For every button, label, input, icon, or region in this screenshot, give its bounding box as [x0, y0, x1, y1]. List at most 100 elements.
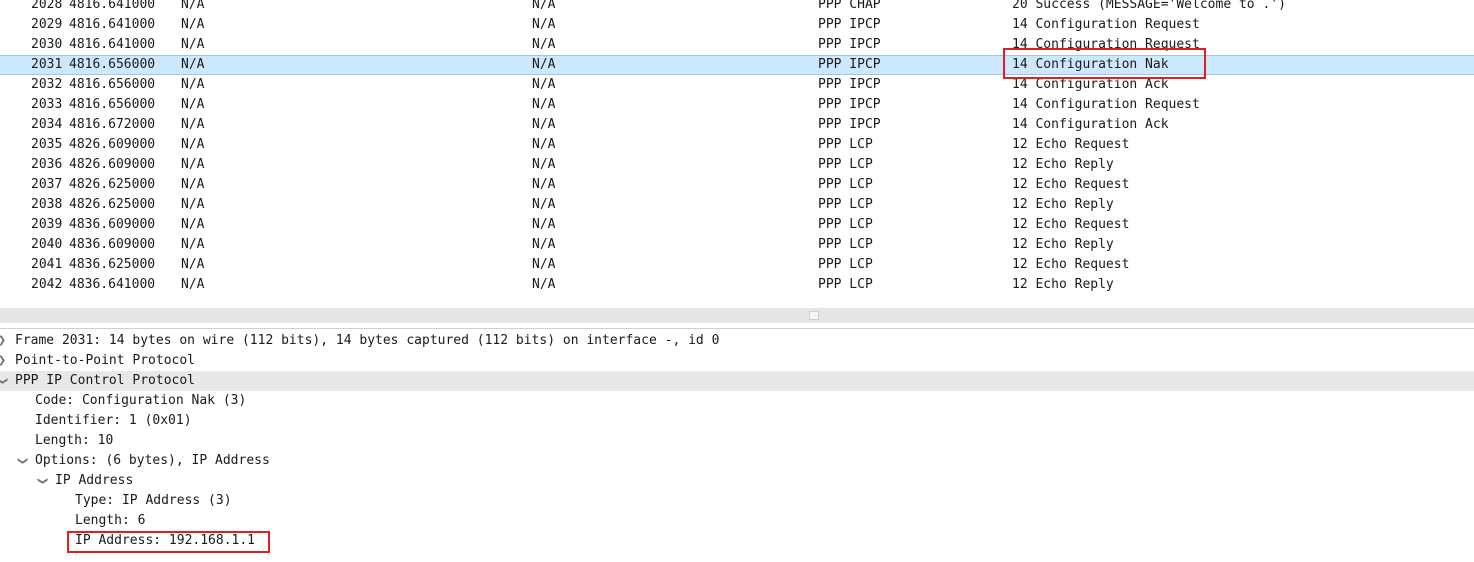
packet-row-2038[interactable]: 2038 4826.625000 N/A N/A PPP LCP 12 Echo…	[0, 195, 1474, 215]
packet-no: 2041	[31, 257, 63, 272]
packet-time: 4816.656000	[69, 57, 156, 72]
chevron-down-icon[interactable]: ❯	[12, 455, 32, 467]
packet-list[interactable]: 2028 4816.641000 N/A N/A PPP CHAP 20 Suc…	[0, 0, 1474, 307]
packet-protocol: PPP LCP	[818, 217, 873, 232]
packet-source: N/A	[181, 0, 205, 12]
tree-item-options[interactable]: ❯ Options: (6 bytes), IP Address	[0, 451, 1474, 471]
tree-item-label: Length: 10	[35, 433, 114, 448]
packet-protocol: PPP CHAP	[818, 0, 881, 12]
packet-row-2039[interactable]: 2039 4836.609000 N/A N/A PPP LCP 12 Echo…	[0, 215, 1474, 235]
tree-item-length[interactable]: Length: 10	[0, 431, 1474, 451]
packet-info: 12 Echo Request	[1012, 137, 1130, 152]
packet-time: 4836.641000	[69, 277, 156, 292]
chevron-down-icon[interactable]: ❯	[32, 475, 52, 487]
packet-time: 4816.641000	[69, 17, 156, 32]
packet-destination: N/A	[532, 257, 556, 272]
packet-time: 4816.656000	[69, 77, 156, 92]
packet-no: 2037	[31, 177, 63, 192]
pane-splitter[interactable]	[0, 323, 1474, 329]
tree-item-ppp[interactable]: ❯ Point-to-Point Protocol	[0, 351, 1474, 371]
tree-item-option-length[interactable]: Length: 6	[0, 511, 1474, 531]
packet-destination: N/A	[532, 177, 556, 192]
packet-row-2042[interactable]: 2042 4836.641000 N/A N/A PPP LCP 12 Echo…	[0, 275, 1474, 295]
packet-protocol: PPP LCP	[818, 277, 873, 292]
tree-item-ip-option[interactable]: ❯ IP Address	[0, 471, 1474, 491]
annotation-box-ip-address	[67, 531, 270, 553]
packet-source: N/A	[181, 137, 205, 152]
chevron-down-icon[interactable]: ❯	[0, 375, 12, 387]
packet-info: 14 Configuration Request	[1012, 97, 1200, 112]
tree-item-identifier[interactable]: Identifier: 1 (0x01)	[0, 411, 1474, 431]
tree-item-label: Point-to-Point Protocol	[15, 353, 196, 368]
annotation-box-info	[1003, 48, 1206, 79]
packet-time: 4816.672000	[69, 117, 156, 132]
packet-row-2037[interactable]: 2037 4826.625000 N/A N/A PPP LCP 12 Echo…	[0, 175, 1474, 195]
packet-row-2041[interactable]: 2041 4836.625000 N/A N/A PPP LCP 12 Echo…	[0, 255, 1474, 275]
packet-time: 4836.609000	[69, 217, 156, 232]
packet-source: N/A	[181, 157, 205, 172]
tree-item-type[interactable]: Type: IP Address (3)	[0, 491, 1474, 511]
packet-protocol: PPP LCP	[818, 137, 873, 152]
packet-time: 4816.641000	[69, 0, 156, 12]
packet-destination: N/A	[532, 197, 556, 212]
packet-protocol: PPP LCP	[818, 157, 873, 172]
scrollbar-thumb[interactable]	[809, 311, 819, 320]
packet-source: N/A	[181, 217, 205, 232]
horizontal-scrollbar[interactable]	[0, 308, 1474, 323]
packet-no: 2035	[31, 137, 63, 152]
packet-protocol: PPP IPCP	[818, 37, 881, 52]
packet-no: 2039	[31, 217, 63, 232]
packet-row-2036[interactable]: 2036 4826.609000 N/A N/A PPP LCP 12 Echo…	[0, 155, 1474, 175]
packet-row-2032[interactable]: 2032 4816.656000 N/A N/A PPP IPCP 14 Con…	[0, 75, 1474, 95]
packet-no: 2033	[31, 97, 63, 112]
packet-time: 4826.609000	[69, 137, 156, 152]
tree-item-ipcp[interactable]: ❯ PPP IP Control Protocol	[0, 371, 1474, 391]
packet-row-2031-selected[interactable]: 2031 4816.656000 N/A N/A PPP IPCP 14 Con…	[0, 55, 1474, 75]
packet-no: 2038	[31, 197, 63, 212]
tree-item-code[interactable]: Code: Configuration Nak (3)	[0, 391, 1474, 411]
packet-time: 4826.625000	[69, 197, 156, 212]
packet-protocol: PPP IPCP	[818, 17, 881, 32]
packet-protocol: PPP IPCP	[818, 77, 881, 92]
packet-details-tree[interactable]: ❯ Frame 2031: 14 bytes on wire (112 bits…	[0, 331, 1474, 562]
packet-row-2040[interactable]: 2040 4836.609000 N/A N/A PPP LCP 12 Echo…	[0, 235, 1474, 255]
packet-source: N/A	[181, 197, 205, 212]
packet-no: 2040	[31, 237, 63, 252]
tree-item-frame[interactable]: ❯ Frame 2031: 14 bytes on wire (112 bits…	[0, 331, 1474, 351]
packet-source: N/A	[181, 57, 205, 72]
packet-row-2030[interactable]: 2030 4816.641000 N/A N/A PPP IPCP 14 Con…	[0, 35, 1474, 55]
packet-row-2033[interactable]: 2033 4816.656000 N/A N/A PPP IPCP 14 Con…	[0, 95, 1474, 115]
packet-row-2034[interactable]: 2034 4816.672000 N/A N/A PPP IPCP 14 Con…	[0, 115, 1474, 135]
packet-no: 2032	[31, 77, 63, 92]
packet-row-2029[interactable]: 2029 4816.641000 N/A N/A PPP IPCP 14 Con…	[0, 15, 1474, 35]
packet-no: 2042	[31, 277, 63, 292]
packet-time: 4836.609000	[69, 237, 156, 252]
packet-source: N/A	[181, 177, 205, 192]
tree-item-label: Type: IP Address (3)	[75, 493, 232, 508]
packet-row-2028[interactable]: 2028 4816.641000 N/A N/A PPP CHAP 20 Suc…	[0, 0, 1474, 15]
chevron-right-icon[interactable]: ❯	[0, 351, 8, 371]
packet-destination: N/A	[532, 77, 556, 92]
packet-no: 2036	[31, 157, 63, 172]
packet-source: N/A	[181, 97, 205, 112]
packet-protocol: PPP IPCP	[818, 57, 881, 72]
packet-destination: N/A	[532, 137, 556, 152]
tree-item-label: Length: 6	[75, 513, 146, 528]
packet-destination: N/A	[532, 17, 556, 32]
packet-row-2035[interactable]: 2035 4826.609000 N/A N/A PPP LCP 12 Echo…	[0, 135, 1474, 155]
packet-info: 12 Echo Request	[1012, 257, 1130, 272]
packet-protocol: PPP LCP	[818, 177, 873, 192]
packet-destination: N/A	[532, 157, 556, 172]
tree-item-label: Frame 2031: 14 bytes on wire (112 bits),…	[15, 333, 720, 348]
chevron-right-icon[interactable]: ❯	[0, 331, 8, 351]
packet-no: 2029	[31, 17, 63, 32]
packet-source: N/A	[181, 257, 205, 272]
packet-info: 14 Configuration Request	[1012, 17, 1200, 32]
packet-info: 14 Configuration Ack	[1012, 117, 1169, 132]
packet-no: 2030	[31, 37, 63, 52]
packet-protocol: PPP LCP	[818, 237, 873, 252]
packet-destination: N/A	[532, 277, 556, 292]
tree-item-label: Identifier: 1 (0x01)	[35, 413, 192, 428]
packet-destination: N/A	[532, 37, 556, 52]
packet-destination: N/A	[532, 0, 556, 12]
